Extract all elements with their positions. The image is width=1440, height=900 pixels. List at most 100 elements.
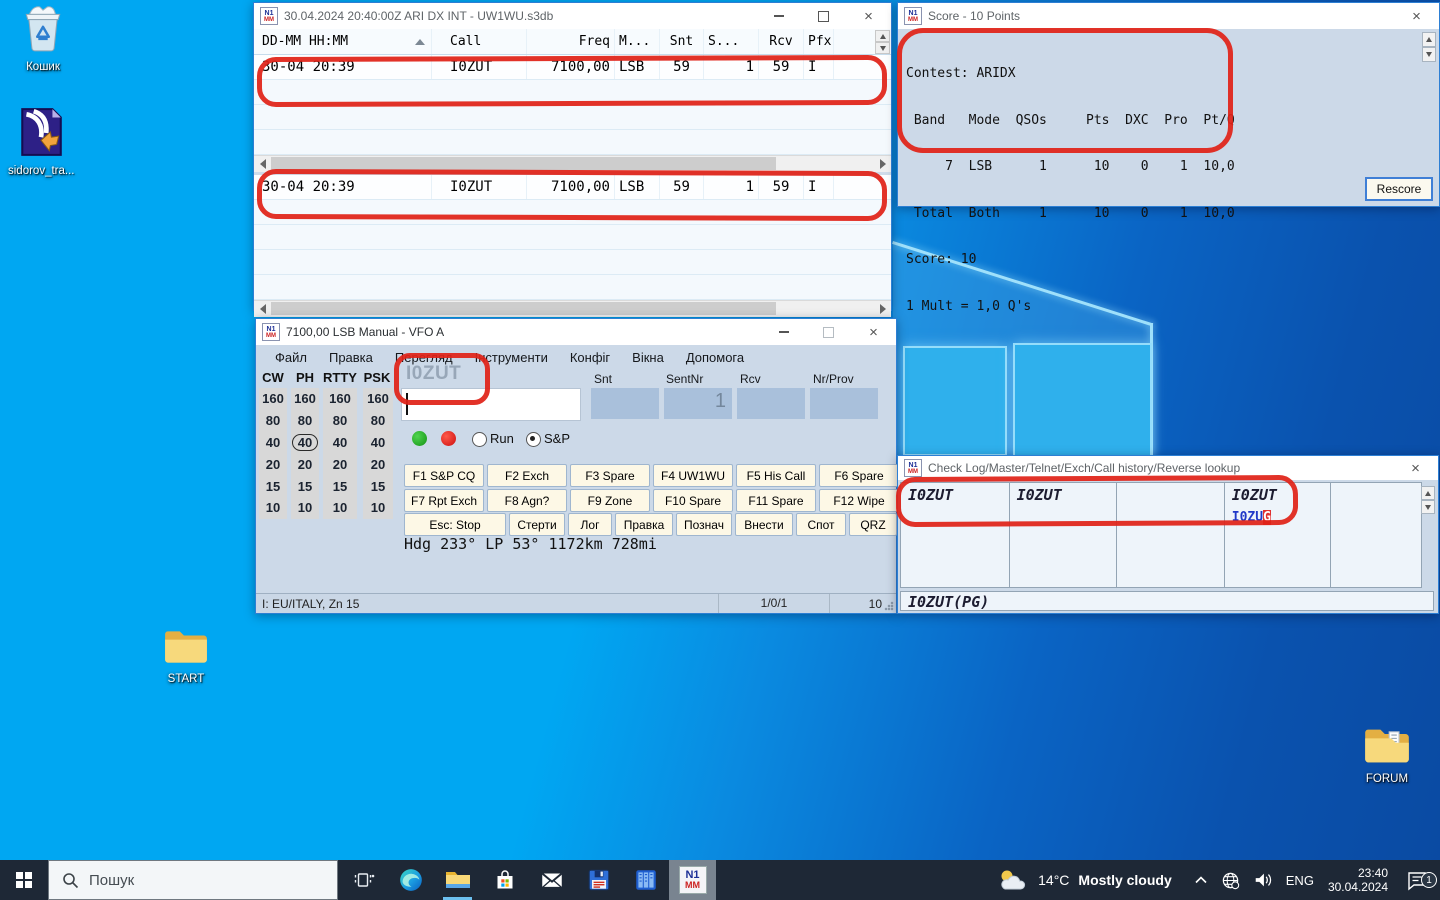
fkey-button[interactable]: F5 His Call — [736, 464, 816, 487]
fkey-button[interactable]: F9 Zone — [570, 489, 650, 512]
band-button[interactable]: 15 — [363, 475, 393, 497]
log-row[interactable]: 30-04 20:39 I0ZUT 7100,00 LSB 59 1 59 I — [254, 55, 891, 80]
band-button[interactable]: 20 — [259, 453, 287, 475]
mail-button[interactable] — [528, 860, 575, 900]
score-spin-control[interactable] — [1422, 32, 1436, 62]
fkey-button[interactable]: F11 Spare — [736, 489, 816, 512]
menu-config[interactable]: Конфіг — [559, 348, 621, 367]
band-button[interactable]: 80 — [363, 410, 393, 432]
band-button[interactable]: 20 — [291, 453, 319, 475]
snt-field[interactable] — [591, 388, 659, 419]
action-center-button[interactable]: 1 — [1394, 860, 1440, 900]
fkey-button[interactable]: F10 Spare — [653, 489, 733, 512]
network-globe-icon[interactable] — [1221, 871, 1240, 890]
maximize-button[interactable] — [801, 3, 846, 29]
column-sentnr[interactable]: S... — [704, 29, 759, 54]
start-button[interactable] — [0, 860, 48, 900]
volume-icon[interactable] — [1253, 871, 1273, 889]
menu-edit[interactable]: Правка — [318, 348, 384, 367]
column-pfx[interactable]: Pfx — [804, 29, 834, 54]
band-button[interactable]: 80 — [259, 410, 287, 432]
check-column-master[interactable]: I0ZUT — [1010, 483, 1118, 587]
fkey-button[interactable]: F8 Agn? — [487, 489, 567, 512]
nrprov-field[interactable] — [810, 388, 878, 419]
band-button[interactable]: 15 — [291, 475, 319, 497]
show-hidden-icons-chevron[interactable] — [1194, 874, 1208, 886]
resize-grip[interactable] — [884, 601, 894, 611]
band-button[interactable]: 10 — [363, 497, 393, 519]
entry-window-titlebar[interactable]: N1MM 7100,00 LSB Manual - VFO A × — [256, 319, 896, 345]
edit-button[interactable]: Правка — [615, 513, 673, 536]
log-row[interactable]: 30-04 20:39 I0ZUT 7100,00 LSB 59 1 59 I — [254, 175, 891, 200]
check-column-log[interactable]: I0ZUT — [901, 483, 1010, 587]
fkey-button[interactable]: F4 UW1WU — [653, 464, 733, 487]
column-call[interactable]: Call — [432, 29, 527, 54]
close-button[interactable]: × — [1394, 3, 1439, 29]
check-call-suggestion[interactable]: I0ZUG — [1232, 510, 1271, 525]
minimize-button[interactable] — [761, 319, 806, 345]
check-column-exch[interactable]: I0ZUT I0ZUG — [1225, 483, 1332, 587]
run-radio-label[interactable]: Run — [490, 431, 514, 446]
fkey-button[interactable]: F2 Exch — [487, 464, 567, 487]
band-button[interactable]: 20 — [323, 453, 357, 475]
close-button[interactable]: × — [1393, 456, 1438, 480]
wipe-button[interactable]: Стерти — [509, 513, 565, 536]
band-button[interactable]: 160 — [259, 388, 287, 410]
band-button[interactable]: 40 — [323, 432, 357, 454]
band-button-selected[interactable]: 40 — [291, 432, 319, 454]
close-button[interactable]: × — [851, 319, 896, 345]
n1mm-taskbar-button[interactable]: N1MM — [669, 860, 716, 900]
check-column-history[interactable] — [1331, 483, 1421, 587]
minimize-button[interactable] — [756, 3, 801, 29]
scrollbar-thumb[interactable] — [271, 302, 776, 315]
fkey-button[interactable]: F6 Spare — [819, 464, 899, 487]
language-indicator[interactable]: ENG — [1286, 873, 1314, 888]
edge-browser-button[interactable] — [387, 860, 434, 900]
score-window-titlebar[interactable]: N1MM Score - 10 Points × — [898, 3, 1439, 29]
desktop-icon-recycle-bin[interactable]: Кошик — [10, 6, 76, 73]
fkey-button[interactable]: F7 Rpt Exch — [404, 489, 484, 512]
task-view-button[interactable] — [340, 860, 387, 900]
spot-button[interactable]: Спот — [796, 513, 846, 536]
floppy-app-button[interactable] — [575, 860, 622, 900]
store-button[interactable] — [481, 860, 528, 900]
band-button[interactable]: 10 — [291, 497, 319, 519]
band-button[interactable]: 80 — [291, 410, 319, 432]
log-button[interactable]: Лог — [568, 513, 612, 536]
log-window-titlebar[interactable]: N1MM 30.04.2024 20:40:00Z ARI DX INT - U… — [254, 3, 891, 29]
maximize-button[interactable] — [806, 319, 851, 345]
scrollbar-thumb[interactable] — [271, 157, 776, 170]
rescore-button[interactable]: Rescore — [1365, 177, 1433, 201]
band-button[interactable]: 160 — [363, 388, 393, 410]
column-snt[interactable]: Snt — [660, 29, 704, 54]
horizontal-scrollbar[interactable] — [254, 300, 891, 317]
scroll-left-arrow[interactable] — [254, 156, 270, 171]
band-button[interactable]: 20 — [363, 453, 393, 475]
rcv-field[interactable] — [737, 388, 805, 419]
desktop-icon-forum-folder[interactable]: FORUM — [1354, 726, 1420, 785]
band-button[interactable]: 15 — [259, 475, 287, 497]
close-button[interactable]: × — [846, 3, 891, 29]
band-button[interactable]: 160 — [291, 388, 319, 410]
band-button[interactable]: 15 — [323, 475, 357, 497]
menu-tools[interactable]: Інструменти — [464, 348, 559, 367]
desktop-icon-archive-file[interactable]: sidorov_tra... — [8, 106, 74, 177]
column-rcv[interactable]: Rcv — [759, 29, 804, 54]
log-table-header[interactable]: DD-MM HH:MM Call Freq M... Snt S... Rcv … — [254, 29, 891, 55]
esc-stop-button[interactable]: Esc: Stop — [404, 513, 506, 536]
column-freq[interactable]: Freq — [527, 29, 615, 54]
band-button[interactable]: 160 — [323, 388, 357, 410]
scroll-right-arrow[interactable] — [875, 156, 891, 171]
band-button[interactable]: 10 — [323, 497, 357, 519]
check-window-titlebar[interactable]: N1MM Check Log/Master/Telnet/Exch/Call h… — [898, 456, 1438, 480]
qrz-button[interactable]: QRZ — [849, 513, 897, 536]
weather-widget[interactable]: 14°C Mostly cloudy — [983, 868, 1186, 892]
menu-windows[interactable]: Вікна — [621, 348, 675, 367]
horizontal-scrollbar[interactable] — [254, 155, 891, 172]
fkey-button[interactable]: F3 Spare — [570, 464, 650, 487]
band-button[interactable]: 10 — [259, 497, 287, 519]
fkey-button[interactable]: F12 Wipe — [819, 489, 899, 512]
header-spin-control[interactable] — [875, 30, 890, 54]
band-button[interactable]: 40 — [363, 432, 393, 454]
fkey-button[interactable]: F1 S&P CQ — [404, 464, 484, 487]
